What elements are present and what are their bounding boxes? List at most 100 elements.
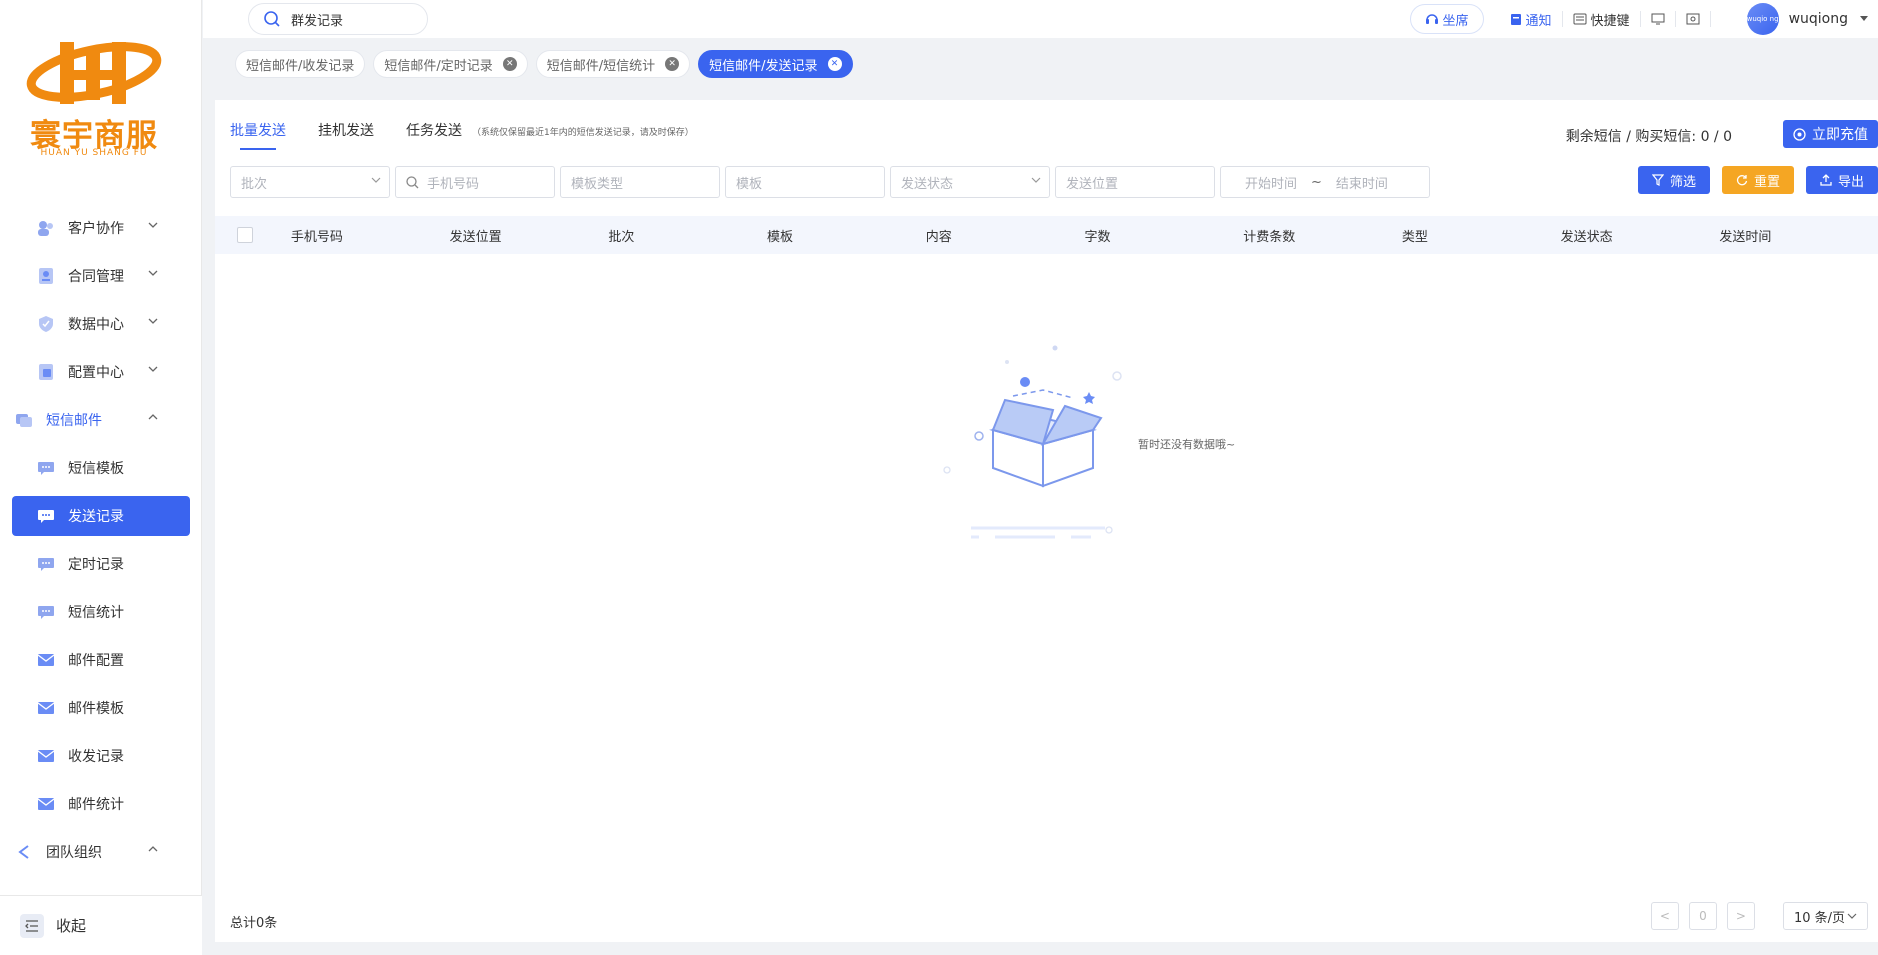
pagination: < 0 > 10 条/页 [1650,902,1868,930]
chevron-down-icon [148,268,164,284]
select-all-checkbox[interactable] [237,227,253,243]
chevron-down-icon [148,316,164,332]
mail-icon [36,698,56,718]
top-header: 群发记录 坐席 通知 快捷键 wuqio ng wuqiong [203,0,1878,38]
contract-icon [36,266,56,286]
share-icon [14,842,34,862]
sub-tabs: 批量发送 挂机发送 任务发送 （系统仅保留最近1年内的短信发送记录，请及时保存） [230,120,694,150]
collapse-button[interactable]: 收起 [0,895,202,955]
tab-label: 短信邮件/短信统计 [546,58,656,74]
filter-button[interactable]: 筛选 [1637,166,1710,194]
chevron-down-icon [1031,175,1041,188]
image-icon-button[interactable] [1676,11,1711,27]
subtab-task[interactable]: 任务发送 [406,120,462,150]
next-page-button[interactable]: > [1726,902,1755,930]
sidebar: 寰宇商服 HUAN YU SHANG FU 客户协作 合同管理 数据中心 配置中… [0,0,202,955]
template-input[interactable]: 模板 [725,166,885,198]
sidebar-item-config[interactable]: 配置中心 [0,348,202,396]
total-count: 总计0条 [230,916,278,931]
sidebar-item-contract[interactable]: 合同管理 [0,252,202,300]
batch-placeholder: 批次 [241,176,268,192]
export-label: 导出 [1837,174,1864,190]
subtab-hangup[interactable]: 挂机发送 [318,120,374,150]
sidebar-item-label: 邮件模板 [68,701,124,717]
position-input[interactable]: 发送位置 [1055,166,1215,198]
close-icon[interactable]: ✕ [827,57,842,71]
recharge-icon [1793,127,1806,141]
header-actions: 坐席 通知 快捷键 wuqio ng wuqiong [1409,0,1878,38]
chevron-down-icon [148,220,164,236]
tab-sms-stats[interactable]: 短信邮件/短信统计 ✕ [535,50,691,78]
sidebar-item-label: 短信统计 [68,605,124,621]
logo-subtext: HUAN YU SHANG FU [40,148,148,158]
column-header[interactable]: 字数 [1084,226,1243,245]
logo: 寰宇商服 HUAN YU SHANG FU [20,36,168,160]
column-header[interactable]: 内容 [926,226,1085,245]
page-size-select[interactable]: 10 条/页 [1782,902,1868,930]
screen-icon [1651,13,1665,25]
search-input[interactable]: 群发记录 [248,3,428,35]
sidebar-item-mail-record[interactable]: 收发记录 [0,732,202,780]
tab-timed-record[interactable]: 短信邮件/定时记录 ✕ [373,50,528,78]
date-range-picker[interactable]: 开始时间 ~ 结束时间 [1220,166,1430,198]
sidebar-item-mail-stats[interactable]: 邮件统计 [0,780,202,828]
template-placeholder: 模板 [736,176,763,192]
export-button[interactable]: 导出 [1805,166,1878,194]
sidebar-item-data[interactable]: 数据中心 [0,300,202,348]
subtab-batch[interactable]: 批量发送 [230,120,286,150]
mail-icon [36,794,56,814]
notify-link[interactable]: 通知 [1500,11,1563,29]
caret-down-icon [1860,16,1868,22]
column-header[interactable]: 模板 [767,226,926,245]
shortcut-label: 快捷键 [1590,13,1630,29]
column-header[interactable]: 批次 [608,226,767,245]
tab-label: 短信邮件/定时记录 [384,58,493,74]
upload-icon [1820,174,1832,186]
empty-text: 暂时还没有数据哦~ [1138,438,1236,451]
sidebar-group-label: 团队组织 [46,845,102,861]
sidebar-item-sms-stats[interactable]: 短信统计 [0,588,202,636]
seat-label: 坐席 [1442,13,1469,29]
prev-page-button[interactable]: < [1650,902,1679,930]
sidebar-group-team[interactable]: 团队组织 [0,828,202,876]
sidebar-item-mail-template[interactable]: 邮件模板 [0,684,202,732]
search-icon [406,175,419,189]
avatar: wuqio ng [1746,3,1779,35]
page-number[interactable]: 0 [1688,902,1717,930]
sidebar-item-mail-config[interactable]: 邮件配置 [0,636,202,684]
tab-label: 短信邮件/发送记录 [709,58,818,74]
sidebar-item-send-record[interactable]: 发送记录 [12,496,190,536]
sidebar-item-timed-record[interactable]: 定时记录 [0,540,202,588]
screen-icon-button[interactable] [1641,11,1676,27]
logo-mark-icon [26,42,162,104]
filter-actions: 筛选 重置 导出 [1626,166,1878,194]
template-type-input[interactable]: 模板类型 [560,166,720,198]
column-header[interactable]: 发送位置 [450,226,609,245]
recharge-button[interactable]: 立即充值 [1783,120,1878,148]
shortcut-link[interactable]: 快捷键 [1563,11,1641,29]
column-header[interactable]: 发送时间 [1719,226,1878,245]
collapse-icon [20,913,44,938]
close-icon[interactable]: ✕ [502,57,517,71]
filter-label: 筛选 [1669,174,1696,190]
column-header[interactable]: 类型 [1402,226,1561,245]
user-menu[interactable]: wuqio ng wuqiong [1746,3,1878,35]
chat-icon [36,506,56,526]
sidebar-item-sms-template[interactable]: 短信模板 [0,444,202,492]
tab-mail-record[interactable]: 短信邮件/收发记录 [235,50,366,78]
shield-icon [36,314,56,334]
tab-send-record[interactable]: 短信邮件/发送记录 ✕ [698,50,853,78]
column-header[interactable]: 计费条数 [1243,226,1402,245]
column-header[interactable]: 发送状态 [1561,226,1720,245]
status-select[interactable]: 发送状态 [890,166,1050,198]
page-size-label: 10 条/页 [1793,910,1845,926]
batch-select[interactable]: 批次 [230,166,390,198]
close-icon[interactable]: ✕ [665,57,680,71]
seat-button[interactable]: 坐席 [1409,4,1484,34]
image-icon [1686,13,1700,25]
sidebar-group-sms[interactable]: 短信邮件 [0,396,202,444]
sidebar-item-customer[interactable]: 客户协作 [0,204,202,252]
reset-button[interactable]: 重置 [1721,166,1794,194]
phone-input[interactable]: 手机号码 [395,166,555,198]
column-header[interactable]: 手机号码 [291,226,450,245]
